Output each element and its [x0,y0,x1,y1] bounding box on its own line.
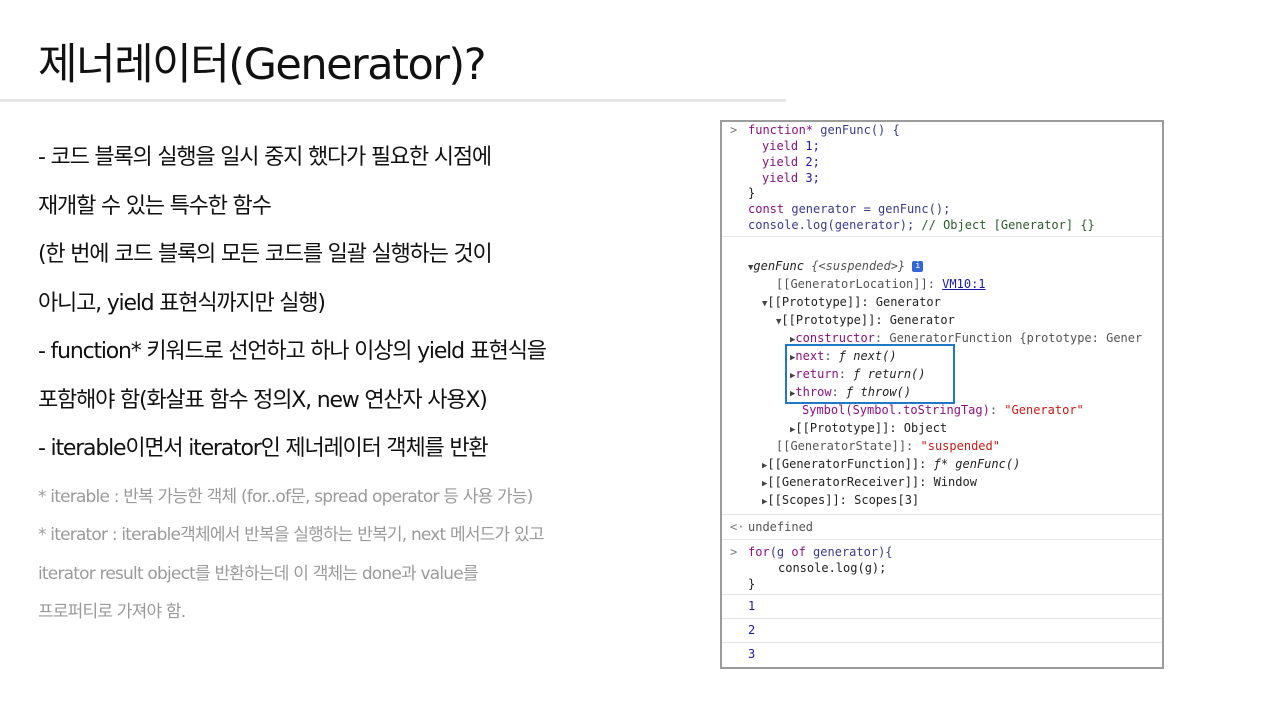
bullet-line: 포함해야 함(화살표 함수 정의X, new 연산자 사용X) [38,387,488,413]
footnotes: * iterable : 반복 가능한 객체 (for..of문, spread… [38,478,688,632]
page-title: 제너레이터(Generator)? [38,40,487,90]
undefined-result: undefined [748,520,814,534]
footnote-line: * iterator : iterable객체에서 반복을 실행하는 반복기, … [38,525,544,545]
output-line: 2 [748,623,756,637]
devtools-console-screenshot: > function* genFunc() { yield 1; yield 2… [720,120,1164,669]
tree-item[interactable]: ▼[[Prototype]]: Generator [776,313,955,330]
output-line: 1 [748,599,756,613]
highlight-box [785,344,955,404]
console-separator [722,539,1162,540]
footnote-line: iterator result object를 반환하는데 이 객체는 done… [38,563,479,584]
console-separator [722,594,1162,595]
console-separator [722,618,1162,619]
code-line: } [748,577,756,591]
code-line: yield 1; [762,139,820,153]
source-link[interactable]: VM10:1 [942,277,985,291]
bullet-line: - iterable이면서 iterator인 제너레이터 객체를 반환 [38,436,489,461]
code-line: yield 2; [762,155,820,169]
code-line: console.log(g); [778,561,887,575]
console-separator [722,514,1162,515]
title-divider [0,99,786,102]
code-line: } [748,186,756,200]
footnote-line: 프로퍼티로 가져야 함. [38,602,186,622]
code-line: function* genFunc() { [748,123,900,137]
result-arrow-icon: <· [730,520,745,534]
tree-item[interactable]: ▶[[Scopes]]: Scopes[3] [762,493,919,510]
bullet-line: (한 번에 코드 블록의 모든 코드를 일괄 실행하는 것이 [38,242,493,267]
main-text: - 코드 블록의 실행을 일시 중지 했다가 필요한 시점에 재개할 수 있는 … [38,134,688,632]
tree-item[interactable]: ▶[[GeneratorReceiver]]: Window [762,475,977,492]
code-line: const generator = genFunc(); [748,202,951,216]
console-input-line: > [730,545,737,560]
tree-item[interactable]: ▶[[Prototype]]: Object [790,421,947,438]
code-line: yield 3; [762,171,820,185]
tree-item: [[GeneratorState]]: "suspended" [776,439,1000,453]
bullet-line: 재개할 수 있는 특수한 함수 [38,193,272,219]
code-line: for(g of generator){ [748,545,893,559]
tree-item[interactable]: ▼[[Prototype]]: Generator [762,295,941,312]
prompt-icon: > [730,545,738,559]
console-input-line: > [730,123,737,138]
tree-item[interactable]: ▶[[GeneratorFunction]]: ƒ* genFunc() [762,457,1020,474]
tree-item: Symbol(Symbol.toStringTag): "Generator" [802,403,1084,417]
bullet-line: - 코드 블록의 실행을 일시 중지 했다가 필요한 시점에 [38,145,492,170]
prompt-icon: > [730,123,738,137]
console-separator [722,236,1162,237]
bullet-line: - function* 키워드로 선언하고 하나 이상의 yield 표현식을 [38,339,547,364]
tree-item: [[GeneratorLocation]]: VM10:1 [776,277,986,291]
code-line: console.log(generator); // Object [Gener… [748,218,1095,232]
tree-root[interactable]: ▼genFunc {<suspended>} i [748,259,924,276]
output-line: 3 [748,647,756,661]
info-icon: i [912,261,924,272]
console-separator [722,642,1162,643]
bullet-line: 아니고, yield 표현식까지만 실행) [38,290,326,316]
footnote-line: * iterable : 반복 가능한 객체 (for..of문, spread… [38,486,533,507]
